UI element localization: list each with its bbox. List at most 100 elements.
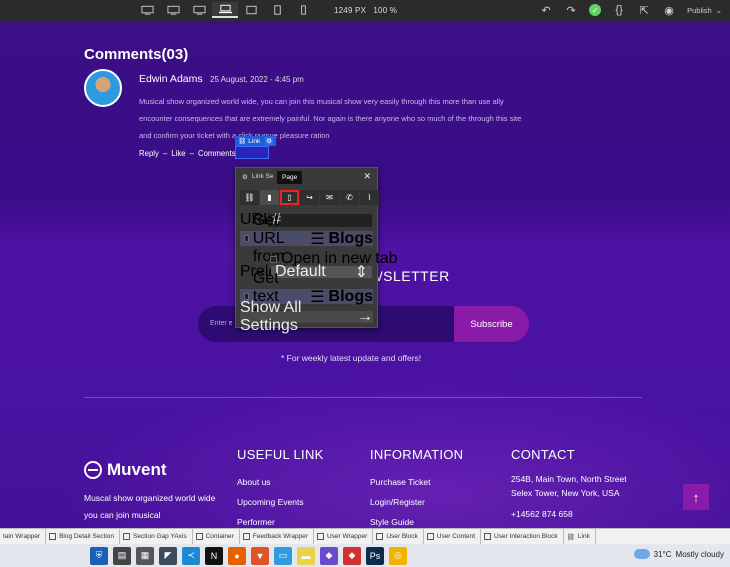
contact-phone[interactable]: +14562 874 658 <box>511 507 627 521</box>
visual-studio-icon[interactable]: ◤ <box>159 546 177 565</box>
breadcrumb-item[interactable]: User Wrapper <box>314 529 374 544</box>
anchor-link-icon[interactable]: ↪ <box>300 190 319 205</box>
open-new-tab-checkbox[interactable] <box>270 255 277 263</box>
device-laptop-button[interactable] <box>212 2 238 18</box>
footer-about: Muscal show organized world wide you can… <box>84 493 216 520</box>
firefox-icon[interactable]: ● <box>228 546 246 565</box>
breadcrumb-label: User Wrapper <box>326 533 368 540</box>
email-link-icon[interactable]: ✉ <box>320 190 339 205</box>
div-icon <box>316 533 324 540</box>
chevron-down-icon: ⌄ <box>715 5 722 15</box>
like-link[interactable]: Like <box>171 149 185 158</box>
comment-actions: Reply – Like – Comments <box>139 149 236 158</box>
section-icon <box>49 533 57 540</box>
div-icon <box>242 533 250 540</box>
footer-logo[interactable]: Muvent <box>84 460 167 480</box>
attachment-link-icon[interactable]: ⌇ <box>360 190 379 205</box>
breadcrumb-label: Link <box>577 533 590 540</box>
breadcrumb-item[interactable]: Section Gap YAxis <box>120 529 193 544</box>
logo-icon <box>84 461 102 479</box>
link-icon: ⛓ <box>566 533 575 541</box>
taskbar-apps: ⛨ ▤ ▦ ◤ ≺ N ● ▼ ▭ ▬ ◆ ◆ Ps ◎ <box>90 546 407 565</box>
folder-icon[interactable]: ▬ <box>297 546 315 565</box>
scroll-to-top-button[interactable]: ↑ <box>683 484 709 510</box>
breadcrumb-item[interactable]: User Block <box>373 529 424 544</box>
editor-toolbar: 1249 PX 100 % ↶ ↷ ✓ {} ⇱ ◉ Publish ⌄ <box>0 0 730 21</box>
breadcrumb-label: User Interaction Block <box>494 533 558 540</box>
canvas-zoom[interactable]: 100 % <box>373 6 397 15</box>
footer-link[interactable]: Purchase Ticket <box>370 472 463 492</box>
gear-icon[interactable]: ⚙ <box>265 137 274 145</box>
footer-link[interactable]: Login/Register <box>370 492 463 512</box>
breadcrumb-label: Container <box>205 533 234 540</box>
breadcrumb-item[interactable]: Container <box>193 529 240 544</box>
canvas-width[interactable]: 1249 <box>334 6 353 15</box>
notion-icon[interactable]: N <box>205 546 223 565</box>
code-icon[interactable]: {} <box>612 3 626 17</box>
photoshop-icon[interactable]: Ps <box>366 546 384 565</box>
phone-link-icon[interactable]: ✆ <box>340 190 359 205</box>
breadcrumb-item[interactable]: tain Wrapper <box>0 529 47 544</box>
preview-eye-icon[interactable]: ◉ <box>662 3 676 17</box>
footer-contact: CONTACT 254B, Main Town, North Street Se… <box>511 447 627 521</box>
email-input[interactable]: Enter e <box>210 320 233 327</box>
weather-widget[interactable]: 31°C Mostly cloudy <box>633 549 724 559</box>
close-icon[interactable]: ✕ <box>363 171 371 182</box>
windows-taskbar: ⛨ ▤ ▦ ◤ ≺ N ● ▼ ▭ ▬ ◆ ◆ Ps ◎ 31°C Mostly… <box>0 544 730 567</box>
show-all-settings-button[interactable]: Show All Settings → <box>240 299 373 334</box>
device-desktop-xl-button[interactable] <box>134 2 160 18</box>
undo-icon[interactable]: ↶ <box>539 3 553 17</box>
device-switcher <box>134 2 316 18</box>
comment-author: Edwin Adams <box>139 73 203 85</box>
get-url-checkbox[interactable] <box>244 235 249 242</box>
app-icon[interactable]: ◆ <box>320 546 338 565</box>
vscode-icon[interactable]: ≺ <box>182 546 200 565</box>
toolbar-actions: ↶ ↷ ✓ {} ⇱ ◉ Publish ⌄ <box>539 3 722 17</box>
breadcrumb-item[interactable]: Blog Detail Section <box>46 529 121 544</box>
comment-date: 25 August, 2022 - 4:45 pm <box>210 75 304 84</box>
div-icon <box>426 533 434 540</box>
reply-link[interactable]: Reply <box>139 149 159 158</box>
export-icon[interactable]: ⇱ <box>637 3 651 17</box>
chrome-icon[interactable]: ◎ <box>389 546 407 565</box>
footer-link[interactable]: About us <box>237 472 324 492</box>
comment-body: Musical show organized world wide, you c… <box>139 97 522 140</box>
link-url-icon[interactable]: ⛓ <box>240 190 259 205</box>
device-desktop-l-button[interactable] <box>160 2 186 18</box>
calculator-icon[interactable]: ▦ <box>136 546 154 565</box>
device-desktop-button[interactable] <box>186 2 212 18</box>
device-tablet-portrait-button[interactable] <box>264 2 290 18</box>
avatar <box>84 69 122 107</box>
separator: – <box>189 149 194 158</box>
breadcrumb-label: Section Gap YAxis <box>133 533 187 540</box>
contact-address-line1: 254B, Main Town, North Street <box>511 474 627 484</box>
device-tablet-button[interactable] <box>238 2 264 18</box>
get-url-row[interactable]: Get URL from ☰ Blogs <box>240 212 373 265</box>
panel-header[interactable]: ⚙ Link Se <box>236 168 377 185</box>
div-icon <box>376 533 384 540</box>
breadcrumb-label: User Content <box>436 533 476 540</box>
subscribe-button[interactable]: Subscribe <box>454 306 529 342</box>
cloud-icon <box>633 549 650 559</box>
page-type-icon[interactable]: ▮ <box>260 190 279 205</box>
file-explorer-icon[interactable]: ▤ <box>113 546 131 565</box>
footer-link[interactable]: Upcoming Events <box>237 492 324 512</box>
breadcrumb-item[interactable]: ⛓ Link <box>564 529 596 544</box>
page-link-icon[interactable]: ▯ <box>280 190 299 205</box>
comments-link[interactable]: Comments <box>198 149 236 158</box>
breadcrumb-item[interactable]: User Content <box>424 529 482 544</box>
bitwarden-icon[interactable]: ⛨ <box>90 546 108 565</box>
breadcrumb-label: tain Wrapper <box>3 533 41 540</box>
app-icon[interactable]: ◆ <box>343 546 361 565</box>
selected-link-element[interactable] <box>235 146 269 159</box>
redo-icon[interactable]: ↷ <box>564 3 578 17</box>
device-mobile-button[interactable] <box>290 2 316 18</box>
updown-icon: ⇕ <box>354 264 368 281</box>
brave-icon[interactable]: ▼ <box>251 546 269 565</box>
breadcrumb-item[interactable]: Feedback Wrapper <box>240 529 314 544</box>
publish-button[interactable]: Publish ⌄ <box>687 6 722 15</box>
selected-element-tag[interactable]: ⛓ Link ⚙ <box>235 136 277 146</box>
window-icon[interactable]: ▭ <box>274 546 292 565</box>
selected-element-label: Link <box>248 137 261 145</box>
breadcrumb-item[interactable]: User Interaction Block <box>481 529 564 544</box>
